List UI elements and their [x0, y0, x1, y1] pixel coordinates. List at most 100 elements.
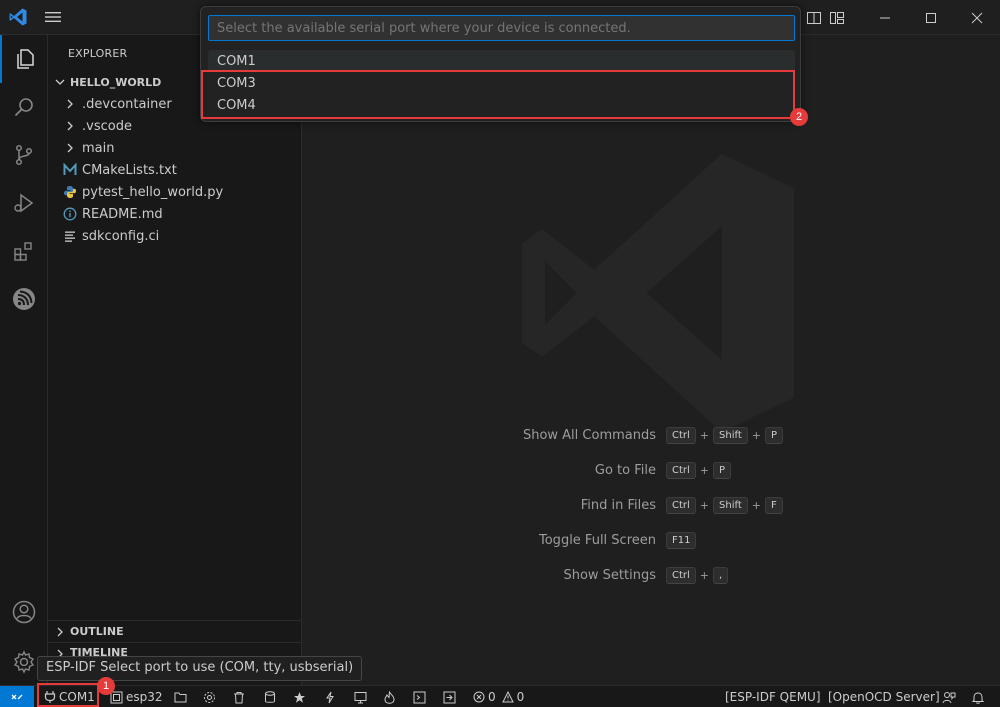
warning-icon: [501, 691, 514, 703]
shortcut-keys: Ctrl + Shift + F: [666, 497, 783, 514]
keycap: P: [764, 427, 783, 444]
accounts-icon[interactable]: [0, 588, 48, 636]
tree-item-label: README.md: [82, 206, 163, 222]
shortcut-label: Find in Files: [580, 498, 656, 513]
notifications-bell-icon[interactable]: [972, 686, 984, 707]
outline-pane-header[interactable]: OUTLINE: [48, 620, 302, 642]
tree-item-label: CMakeLists.txt: [82, 162, 177, 178]
monitor-icon[interactable]: [354, 686, 367, 707]
trash-icon[interactable]: [233, 686, 245, 707]
callout-badge-1: 1: [97, 677, 115, 695]
shortcut-label: Toggle Full Screen: [539, 533, 656, 548]
chevron-right-icon: [62, 140, 78, 156]
accounts-feedback-icon[interactable]: [942, 686, 956, 707]
plug-icon: [44, 691, 56, 703]
minimize-icon[interactable]: [862, 0, 908, 35]
serial-port-button[interactable]: COM1: [44, 686, 95, 707]
export-icon[interactable]: [443, 686, 456, 707]
shortcut-keys: Ctrl + P: [666, 462, 732, 479]
status-bar: COM1 esp32 0 0 [ESP-IDF QEMU] [OpenOCD S…: [0, 685, 1000, 707]
vscode-watermark-icon: [521, 153, 795, 433]
star-icon[interactable]: [293, 686, 306, 707]
explorer-sidebar: EXPLORER HELLO_WORLD .devcontainer .vsco…: [48, 35, 302, 685]
keycap: Ctrl: [666, 497, 696, 514]
source-control-icon[interactable]: [0, 131, 48, 179]
flash-icon[interactable]: [325, 686, 335, 707]
shortcut-label: Show All Commands: [522, 428, 656, 443]
serial-port-quick-pick: COM1 COM3 COM4: [200, 6, 801, 122]
keycap: F11: [666, 532, 697, 549]
timeline-pane-header[interactable]: TIMELINE: [48, 642, 302, 656]
problems-button[interactable]: 0 0: [473, 686, 524, 707]
tree-item-pytest[interactable]: pytest_hello_world.py: [48, 181, 302, 203]
open-folder-icon[interactable]: [174, 686, 187, 707]
port-option-com3[interactable]: COM3: [208, 72, 795, 94]
vscode-logo-icon[interactable]: [8, 7, 28, 27]
database-icon[interactable]: [264, 686, 276, 707]
keycap: P: [713, 462, 732, 479]
customize-layout-icon[interactable]: [825, 0, 848, 35]
keycap: Shift: [713, 427, 748, 444]
tree-item-label: .vscode: [82, 118, 132, 134]
chevron-right-icon: [62, 118, 78, 134]
shortcut-keys: Ctrl + Shift + P: [666, 427, 783, 444]
chevron-right-icon: [62, 96, 78, 112]
text-file-lines-icon: [62, 228, 78, 244]
port-tooltip: ESP-IDF Select port to use (COM, tty, us…: [37, 656, 363, 681]
tree-item-label: sdkconfig.ci: [82, 228, 160, 244]
openocd-button[interactable]: [OpenOCD Server]: [828, 686, 940, 707]
shortcut-label: Show Settings: [563, 568, 656, 583]
terminal-icon[interactable]: [413, 686, 426, 707]
activity-bar: [0, 35, 48, 685]
keycap: Ctrl: [666, 462, 696, 479]
target-button[interactable]: esp32: [110, 686, 163, 707]
workspace-folder-name: HELLO_WORLD: [70, 75, 162, 89]
espressif-icon[interactable]: [0, 275, 48, 323]
keycap: F: [764, 497, 783, 514]
extensions-icon[interactable]: [0, 227, 48, 275]
keycap: ,: [713, 567, 729, 584]
tree-item-cmakelists[interactable]: CMakeLists.txt: [48, 159, 302, 181]
tree-item-label: main: [82, 140, 115, 156]
chevron-right-icon: [57, 649, 63, 656]
shortcut-row: Find in Files Ctrl + Shift + F: [303, 488, 1000, 523]
serial-port-label: COM1: [59, 690, 95, 704]
settings-gear-icon[interactable]: [203, 686, 216, 707]
tree-item-label: .devcontainer: [82, 96, 172, 112]
shortcut-row: Go to File Ctrl + P: [303, 453, 1000, 488]
tree-item-sdkconfig[interactable]: sdkconfig.ci: [48, 225, 302, 247]
qemu-button[interactable]: [ESP-IDF QEMU]: [725, 686, 821, 707]
hamburger-menu-icon[interactable]: [44, 8, 62, 26]
shortcut-row: Show All Commands Ctrl + Shift + P: [303, 418, 1000, 453]
toggle-secondary-sidebar-icon[interactable]: [802, 0, 825, 35]
tree-item-label: pytest_hello_world.py: [82, 184, 224, 200]
timeline-label: TIMELINE: [70, 646, 128, 656]
quick-pick-input[interactable]: [208, 15, 795, 41]
error-count: 0: [488, 690, 496, 704]
port-option-com4[interactable]: COM4: [208, 94, 795, 116]
shortcut-row: Toggle Full Screen F11: [303, 523, 1000, 558]
sidebar-title: EXPLORER: [68, 47, 128, 60]
run-debug-icon[interactable]: [0, 179, 48, 227]
maximize-icon[interactable]: [908, 0, 954, 35]
flame-icon[interactable]: [384, 686, 395, 707]
explorer-icon[interactable]: [0, 35, 48, 83]
shortcut-label: Go to File: [594, 463, 656, 478]
target-label: esp32: [126, 690, 163, 704]
chevron-down-icon: [55, 79, 65, 85]
tree-item-readme[interactable]: README.md: [48, 203, 302, 225]
close-icon[interactable]: [954, 0, 1000, 35]
search-icon[interactable]: [0, 83, 48, 131]
keycap: Ctrl: [666, 427, 696, 444]
shortcut-keys: Ctrl + ,: [666, 567, 729, 584]
chevron-right-icon: [57, 627, 63, 636]
shortcut-row: Show Settings Ctrl + ,: [303, 558, 1000, 593]
error-icon: [473, 691, 485, 703]
tree-item-main[interactable]: main: [48, 137, 302, 159]
keycap: Shift: [713, 497, 748, 514]
outline-label: OUTLINE: [70, 625, 124, 638]
port-option-com1[interactable]: COM1: [208, 50, 795, 72]
cmake-file-icon: [62, 162, 78, 178]
remote-indicator-icon[interactable]: [0, 686, 34, 707]
warning-count: 0: [516, 690, 525, 704]
